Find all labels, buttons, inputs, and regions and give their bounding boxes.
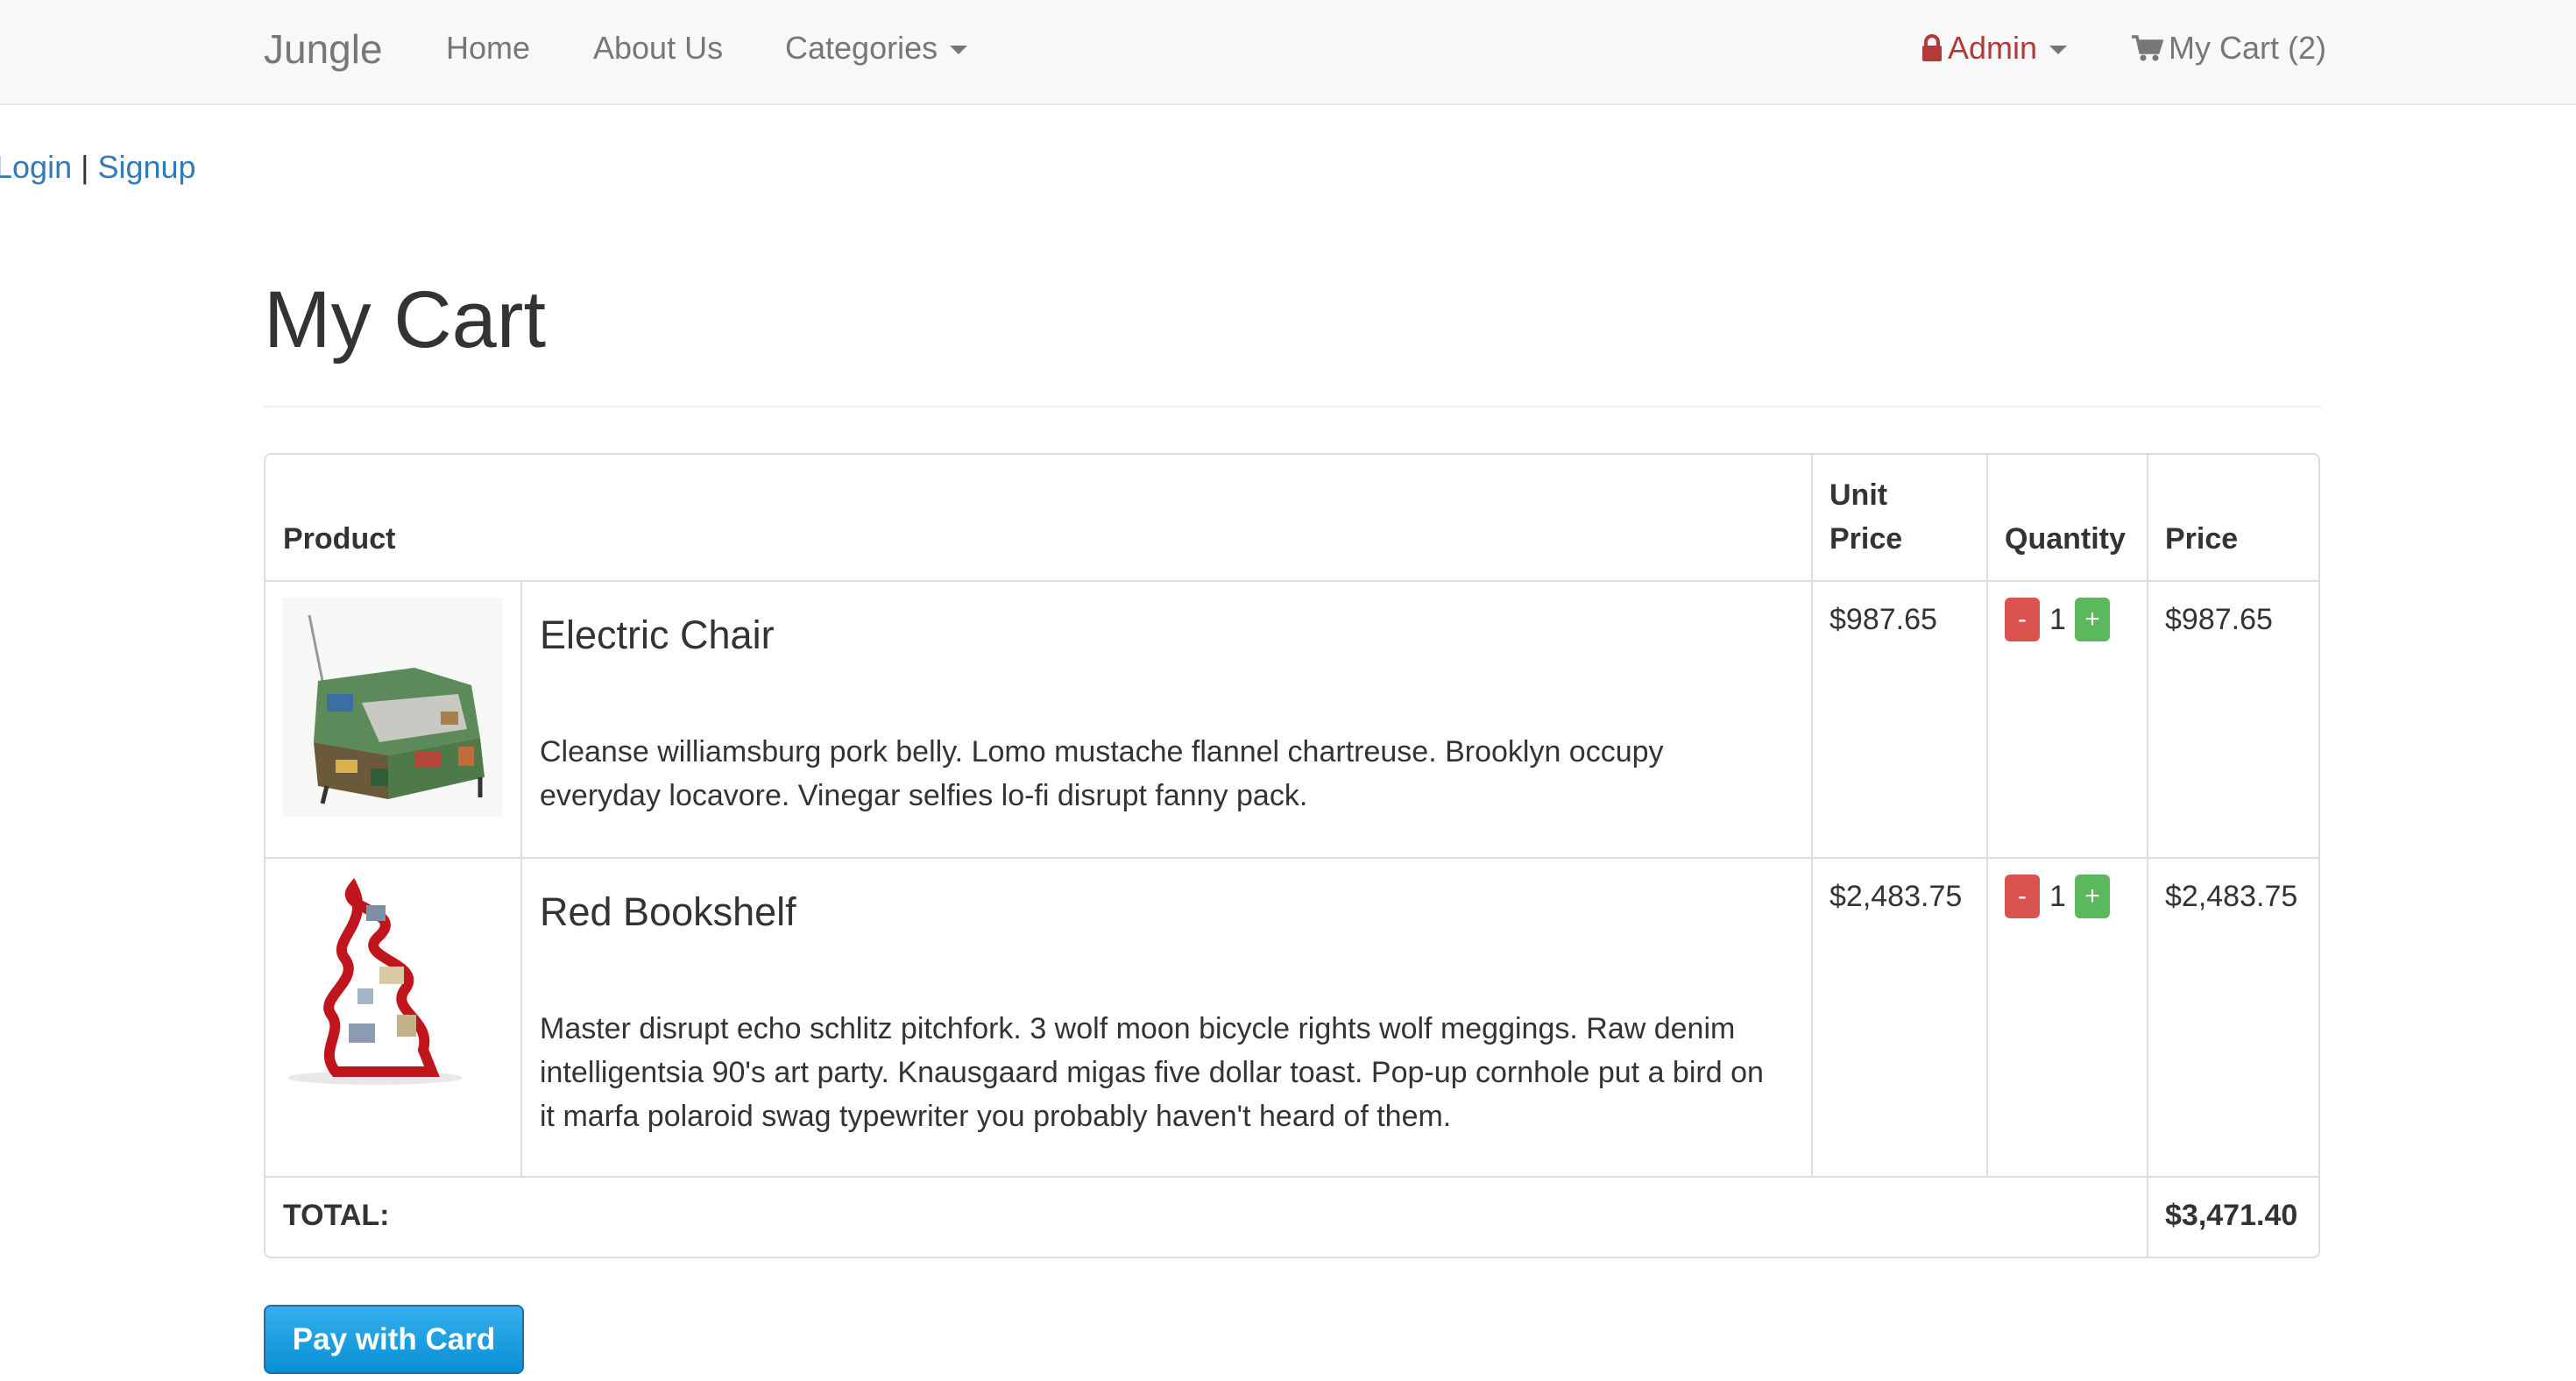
nav-admin-label: Admin xyxy=(1948,30,2038,66)
header-unit-price-line1: Unit xyxy=(1829,478,1888,512)
lock-icon xyxy=(1922,34,1942,61)
column-divider xyxy=(520,580,522,1178)
shopping-cart-icon xyxy=(2132,35,2164,61)
brand-link[interactable]: Jungle xyxy=(264,23,383,75)
nav-my-cart-label: My Cart (2) xyxy=(2169,30,2326,66)
auth-separator: | xyxy=(81,149,89,185)
product-image-red-bookshelf xyxy=(283,875,502,1098)
row-divider xyxy=(265,580,2318,582)
product-name: Electric Chair xyxy=(540,613,775,657)
header-price: Price xyxy=(2165,522,2239,556)
nav-about-us[interactable]: About Us xyxy=(593,26,723,70)
column-divider xyxy=(2147,455,2148,1257)
product-name: Red Bookshelf xyxy=(540,889,796,934)
auth-links: Login | Signup xyxy=(0,145,196,189)
product-description: Master disrupt echo schlitz pitchfork. 3… xyxy=(540,1012,1764,1133)
total-label: TOTAL: xyxy=(283,1199,390,1232)
row-divider xyxy=(265,857,2318,859)
decrease-quantity-button[interactable]: - xyxy=(2005,875,2040,918)
navbar: Jungle Home About Us Categories Admin My… xyxy=(0,0,2576,105)
product-description: Cleanse williamsburg pork belly. Lomo mu… xyxy=(540,735,1664,812)
caret-down-icon xyxy=(2049,46,2068,55)
decrease-quantity-button[interactable]: - xyxy=(2005,598,2040,641)
unit-price: $2,483.75 xyxy=(1829,880,1963,913)
nav-my-cart[interactable]: My Cart (2) xyxy=(2132,26,2326,70)
nav-categories-dropdown[interactable]: Categories xyxy=(785,26,968,70)
nav-home[interactable]: Home xyxy=(446,26,530,70)
header-unit-price: Unit Price xyxy=(1829,473,1902,561)
header-product: Product xyxy=(283,522,396,556)
column-divider xyxy=(1986,455,1988,1178)
red-bookshelf-image xyxy=(283,875,502,1094)
login-link[interactable]: Login xyxy=(0,149,72,185)
row-divider xyxy=(265,1176,2318,1178)
cart-table: Product Unit Price Quantity Price Electr… xyxy=(264,453,2320,1258)
quantity-value: 1 xyxy=(2049,603,2066,636)
line-price: $987.65 xyxy=(2165,603,2273,636)
signup-link[interactable]: Signup xyxy=(97,149,195,185)
line-price: $2,483.75 xyxy=(2165,880,2298,913)
total-value: $3,471.40 xyxy=(2165,1199,2298,1232)
increase-quantity-button[interactable]: + xyxy=(2075,875,2110,918)
unit-price: $987.65 xyxy=(1829,603,1937,636)
caret-down-icon xyxy=(950,46,968,55)
increase-quantity-button[interactable]: + xyxy=(2075,598,2110,641)
product-image-electric-chair xyxy=(283,598,502,821)
title-divider xyxy=(264,406,2322,407)
nav-admin-dropdown[interactable]: Admin xyxy=(1921,26,2068,70)
pay-with-card-button[interactable]: Pay with Card xyxy=(264,1305,524,1374)
electric-chair-image xyxy=(283,598,502,817)
header-quantity: Quantity xyxy=(2005,522,2126,556)
nav-categories-label: Categories xyxy=(785,30,938,66)
header-unit-price-line2: Price xyxy=(1829,522,1903,556)
page-title: My Cart xyxy=(264,275,546,365)
quantity-value: 1 xyxy=(2049,880,2066,913)
column-divider xyxy=(1811,455,1813,1178)
